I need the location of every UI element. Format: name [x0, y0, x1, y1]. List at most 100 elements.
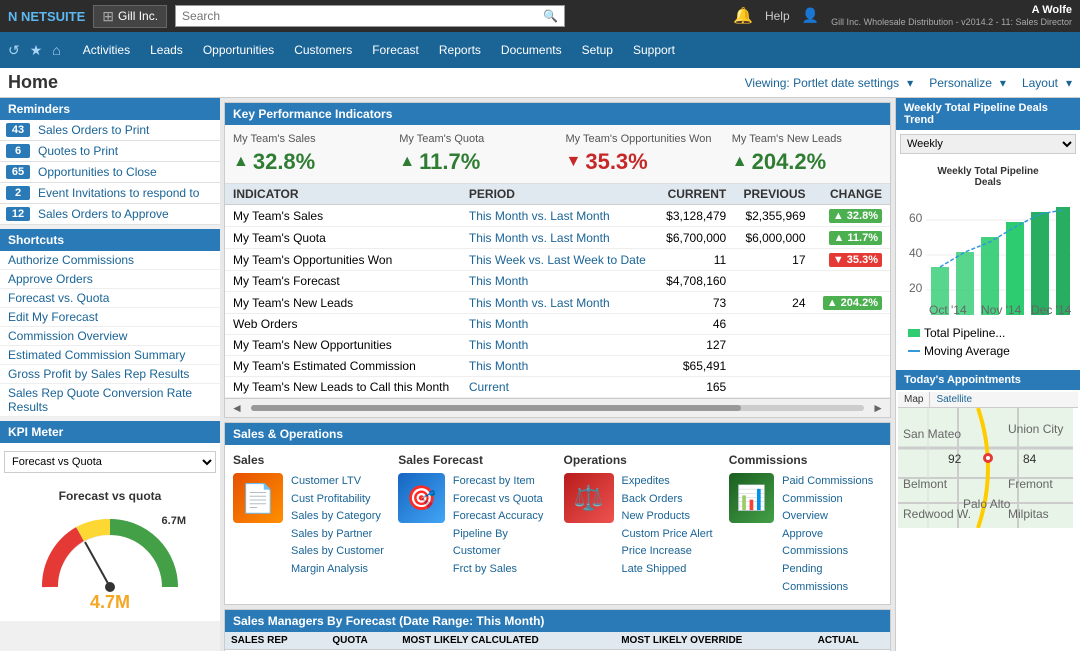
chart-legend: Total Pipeline... Moving Average	[900, 322, 1076, 362]
svg-text:Palo Alto: Palo Alto	[963, 497, 1011, 511]
nav-leads[interactable]: Leads	[140, 32, 193, 68]
operations-col-title: Operations	[564, 453, 717, 467]
link-new-products[interactable]: New Products	[622, 508, 713, 526]
cell-period: This Week vs. Last Week to Date	[461, 249, 657, 271]
link-back-orders[interactable]: Back Orders	[622, 491, 713, 509]
scroll-right-btn[interactable]: ►	[868, 401, 888, 415]
cell-previous	[734, 271, 813, 292]
sales-managers-table: SALES REP QUOTA MOST LIKELY CALCULATED M…	[225, 632, 890, 651]
link-sales-by-partner[interactable]: Sales by Partner	[291, 526, 384, 544]
cell-current: 73	[657, 292, 734, 314]
shortcut-gross-profit[interactable]: Gross Profit by Sales Rep Results	[0, 365, 220, 384]
tab-map[interactable]: Map	[898, 392, 930, 407]
pipeline-chart: 60 40 20 Oct '14 Nov '14 Dec '14	[901, 192, 1076, 322]
search-input[interactable]	[182, 9, 543, 23]
link-sales-by-customer[interactable]: Sales by Customer	[291, 543, 384, 561]
link-late-shipped[interactable]: Late Shipped	[622, 561, 713, 579]
kpi-card-quota: My Team's Quota 11.7%	[399, 133, 549, 175]
link-custom-price[interactable]: Custom Price Alert	[622, 526, 713, 544]
link-margin-analysis[interactable]: Margin Analysis	[291, 561, 384, 579]
nav-opportunities[interactable]: Opportunities	[193, 32, 284, 68]
weekly-select[interactable]: Weekly	[900, 134, 1076, 154]
shortcut-authorize-commissions[interactable]: Authorize Commissions	[0, 251, 220, 270]
link-cust-profitability[interactable]: Cust Profitability	[291, 491, 384, 509]
commissions-icon[interactable]: 📊	[729, 473, 774, 523]
forecast-icon[interactable]: 🎯	[398, 473, 445, 523]
link-expedites[interactable]: Expedites	[622, 473, 713, 491]
operations-icon[interactable]: ⚖️	[564, 473, 614, 523]
reminder-opportunities[interactable]: Opportunities to Close	[38, 165, 157, 179]
nav-setup[interactable]: Setup	[572, 32, 623, 68]
shortcut-forecast-quota[interactable]: Forecast vs. Quota	[0, 289, 220, 308]
link-sales-by-category[interactable]: Sales by Category	[291, 508, 384, 526]
history-icon[interactable]: ↺	[4, 42, 24, 59]
svg-text:Milpitas: Milpitas	[1008, 507, 1049, 521]
layout-button[interactable]: Layout	[1022, 76, 1058, 90]
view-label[interactable]: Viewing: Portlet date settings	[745, 76, 900, 90]
nav-documents[interactable]: Documents	[491, 32, 572, 68]
reminder-events[interactable]: Event Invitations to respond to	[38, 186, 199, 200]
cell-period: This Month vs. Last Month	[461, 292, 657, 314]
sales-icon[interactable]: 📄	[233, 473, 283, 523]
favorites-icon[interactable]: ★	[26, 42, 47, 59]
reminder-item: 65 Opportunities to Close	[0, 162, 220, 183]
shortcut-edit-forecast[interactable]: Edit My Forecast	[0, 308, 220, 327]
reminder-sales-orders-approve[interactable]: Sales Orders to Approve	[38, 207, 169, 221]
top-bar: N NETSUITE ⊞ Gill Inc. 🔍 🔔 Help 👤 A Wolf…	[0, 0, 1080, 32]
personalize-button[interactable]: Personalize	[929, 76, 992, 90]
personalize-chevron[interactable]: ▾	[1000, 76, 1006, 90]
legend-total-pipeline: Total Pipeline...	[908, 326, 1068, 340]
link-commission-overview[interactable]: Commission Overview	[782, 491, 882, 526]
search-box[interactable]: 🔍	[175, 5, 565, 27]
help-button[interactable]: Help	[765, 9, 790, 23]
company-badge[interactable]: ⊞ Gill Inc.	[93, 5, 167, 28]
sales-col: Sales 📄 Customer LTV Cust Profitability …	[233, 453, 386, 596]
reminder-item: 2 Event Invitations to respond to	[0, 183, 220, 204]
link-forecast-vs-quota[interactable]: Forecast vs Quota	[453, 491, 552, 509]
notifications-icon[interactable]: 🔔	[733, 6, 753, 26]
shortcut-approve-orders[interactable]: Approve Orders	[0, 270, 220, 289]
search-icon[interactable]: 🔍	[543, 9, 558, 23]
cell-previous: 17	[734, 249, 813, 271]
home-icon[interactable]: ⌂	[48, 42, 64, 58]
nav-reports[interactable]: Reports	[429, 32, 491, 68]
scroll-left-btn[interactable]: ◄	[227, 401, 247, 415]
reminder-sales-orders-print[interactable]: Sales Orders to Print	[38, 123, 149, 137]
link-forecast-accuracy[interactable]: Forecast Accuracy	[453, 508, 552, 526]
weekly-pipeline-header: Weekly Total Pipeline Deals Trend	[896, 98, 1080, 130]
shortcut-commission-overview[interactable]: Commission Overview	[0, 327, 220, 346]
link-customer-ltv[interactable]: Customer LTV	[291, 473, 384, 491]
nav-support[interactable]: Support	[623, 32, 685, 68]
link-forecast-by-item[interactable]: Forecast by Item	[453, 473, 552, 491]
layout-chevron[interactable]: ▾	[1066, 76, 1072, 90]
link-pipeline-by-customer[interactable]: Pipeline By Customer	[453, 526, 552, 561]
svg-text:60: 60	[909, 211, 923, 225]
shortcut-quote-conversion[interactable]: Sales Rep Quote Conversion Rate Results	[0, 384, 220, 417]
col-change: CHANGE	[814, 184, 891, 205]
cell-period: This Month vs. Last Month	[461, 205, 657, 227]
kpi-meter-header: KPI Meter	[0, 421, 220, 443]
sidebar: Reminders 43 Sales Orders to Print 6 Quo…	[0, 98, 220, 651]
nav-forecast[interactable]: Forecast	[362, 32, 429, 68]
link-paid-commissions[interactable]: Paid Commissions	[782, 473, 882, 491]
link-pending-commissions[interactable]: Pending Commissions	[782, 561, 882, 596]
user-details: Gill Inc. Wholesale Distribution - v2014…	[831, 17, 1072, 29]
kpi-card-value: 32.8%	[233, 149, 383, 175]
nav-activities[interactable]: Activities	[73, 32, 140, 68]
shortcut-estimated-commission[interactable]: Estimated Commission Summary	[0, 346, 220, 365]
svg-text:20: 20	[909, 281, 923, 295]
nav-customers[interactable]: Customers	[284, 32, 362, 68]
kpi-meter-select[interactable]: Forecast vs Quota	[4, 451, 216, 473]
link-price-increase[interactable]: Price Increase	[622, 543, 713, 561]
tab-satellite[interactable]: Satellite	[930, 392, 978, 407]
shortcuts-list: Authorize Commissions Approve Orders For…	[0, 251, 220, 417]
kpi-card-label: My Team's Opportunities Won	[566, 133, 716, 145]
user-name: A Wolfe	[831, 3, 1072, 17]
reminder-quotes-print[interactable]: Quotes to Print	[38, 144, 118, 158]
link-frct-by-sales[interactable]: Frct by Sales	[453, 561, 552, 579]
cell-current: 46	[657, 314, 734, 335]
link-approve-commissions[interactable]: Approve Commissions	[782, 526, 882, 561]
cell-indicator: My Team's Sales	[225, 205, 461, 227]
view-chevron[interactable]: ▾	[907, 76, 913, 90]
appointments-map: Map Satellite	[896, 390, 1080, 533]
